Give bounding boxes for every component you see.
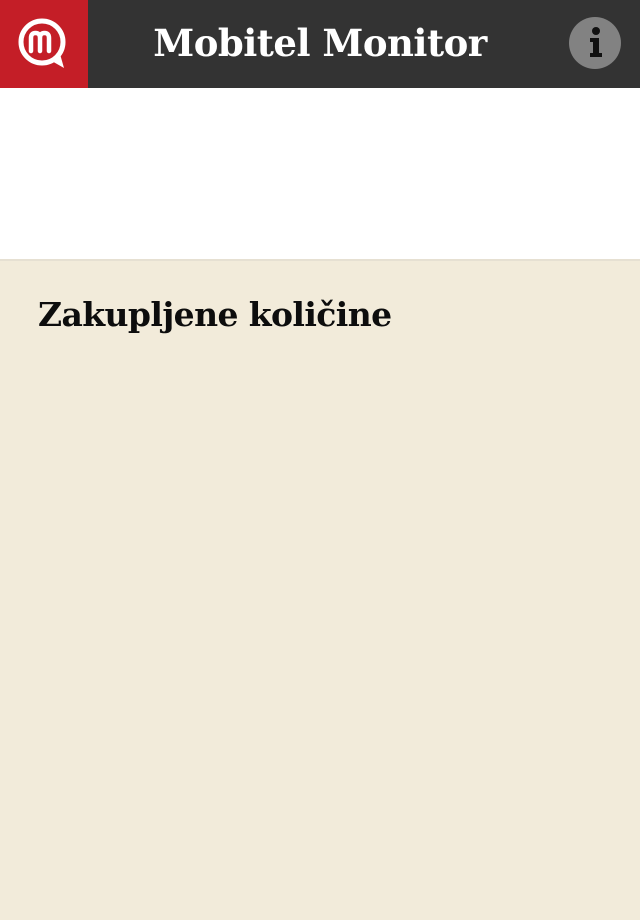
content-area: Zakupljene količine <box>0 261 640 920</box>
app-header: Mobitel Monitor <box>0 0 640 88</box>
info-icon <box>590 27 602 57</box>
app-title: Mobitel Monitor <box>153 21 487 65</box>
mobitel-logo <box>0 0 88 88</box>
app-screen: Mobitel Monitor Zakupljene količine <box>0 0 640 920</box>
info-button[interactable] <box>569 17 621 69</box>
section-heading: Zakupljene količine <box>38 295 392 334</box>
banner-area <box>0 88 640 261</box>
mobitel-logo-icon <box>18 18 66 68</box>
